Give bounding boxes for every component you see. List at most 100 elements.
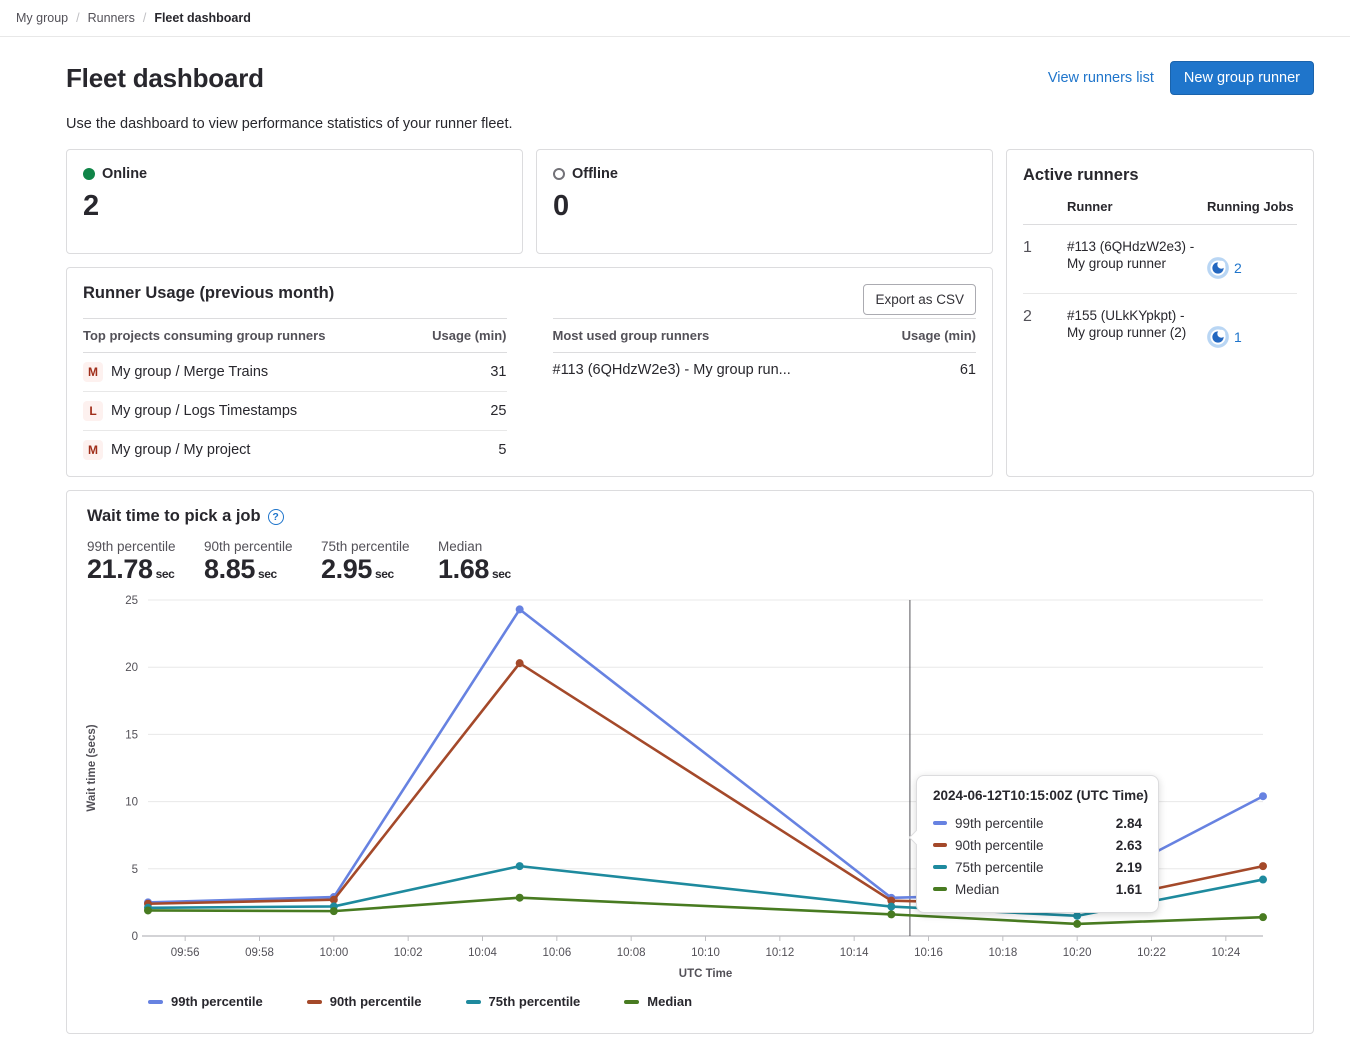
project-usage-row: M My group / My project 5: [83, 431, 507, 469]
project-avatar: M: [83, 362, 103, 382]
tooltip-row: 90th percentile 2.63: [933, 834, 1142, 856]
runner-description: #155 (ULkKYpkpt) - My group runner (2): [1067, 308, 1207, 342]
stat-75th-percentile: 75th percentile 2.95sec: [321, 539, 421, 585]
offline-status-circle-icon: [553, 168, 565, 180]
project-usage-value: 5: [498, 442, 506, 458]
legend-label: 99th percentile: [171, 994, 263, 1009]
running-status-icon: [1207, 257, 1229, 279]
runner-name: #113 (6QHdzW2e3) - My group run...: [553, 362, 791, 378]
runner-usage-card: Runner Usage (previous month) Export as …: [66, 267, 993, 477]
top-projects-table: Top projects consuming group runners Usa…: [83, 318, 507, 469]
tooltip-series-value: 1.61: [1116, 882, 1142, 897]
wait-time-stats: 99th percentile 21.78sec 90th percentile…: [87, 539, 1297, 585]
svg-text:10:14: 10:14: [840, 947, 869, 959]
svg-text:10: 10: [125, 797, 138, 809]
svg-text:10:20: 10:20: [1063, 947, 1092, 959]
svg-text:10:10: 10:10: [691, 947, 720, 959]
svg-text:10:16: 10:16: [914, 947, 943, 959]
online-runners-card: Online 2: [66, 149, 523, 254]
breadcrumb-item-runners[interactable]: Runners: [88, 11, 135, 25]
project-usage-value: 31: [490, 364, 506, 380]
stat-90th-percentile: 90th percentile 8.85sec: [204, 539, 304, 585]
wait-time-title: Wait time to pick a job: [87, 507, 261, 526]
offline-runners-card: Offline 0: [536, 149, 993, 254]
legend-item-75th-percentile[interactable]: 75th percentile: [466, 994, 581, 1009]
svg-text:UTC Time: UTC Time: [679, 968, 732, 980]
svg-text:10:22: 10:22: [1137, 947, 1166, 959]
usage-min-header: Usage (min): [432, 328, 506, 343]
runner-description: #113 (6QHdzW2e3) - My group runner: [1067, 239, 1207, 273]
svg-text:10:02: 10:02: [394, 947, 423, 959]
tooltip-series-value: 2.84: [1116, 816, 1142, 831]
project-usage-row: L My group / Logs Timestamps 25: [83, 392, 507, 431]
wait-time-chart[interactable]: 051015202509:5609:5810:0010:0210:0410:06…: [83, 593, 1297, 990]
svg-text:10:08: 10:08: [617, 947, 646, 959]
svg-text:0: 0: [132, 931, 138, 943]
online-status-dot-icon: [83, 168, 95, 180]
most-used-runners-header: Most used group runners: [553, 328, 710, 343]
help-icon[interactable]: ?: [268, 509, 284, 525]
legend-item-99th-percentile[interactable]: 99th percentile: [148, 994, 263, 1009]
svg-text:10:04: 10:04: [468, 947, 497, 959]
stat-99th-percentile: 99th percentile 21.78sec: [87, 539, 187, 585]
project-avatar: M: [83, 440, 103, 460]
svg-text:10:12: 10:12: [765, 947, 794, 959]
tooltip-series-label: 99th percentile: [955, 816, 1108, 831]
svg-text:09:58: 09:58: [245, 947, 274, 959]
active-runners-title: Active runners: [1023, 166, 1297, 185]
project-name: My group / My project: [111, 442, 250, 458]
tooltip-row: Median 1.61: [933, 878, 1142, 900]
running-jobs-count-link[interactable]: 2: [1234, 260, 1242, 276]
svg-text:10:18: 10:18: [988, 947, 1017, 959]
tooltip-series-label: 90th percentile: [955, 838, 1108, 853]
active-runner-row: 1 #113 (6QHdzW2e3) - My group runner 2: [1023, 225, 1297, 294]
legend-label: 75th percentile: [489, 994, 581, 1009]
runner-rank: 1: [1023, 239, 1067, 257]
tooltip-title: 2024-06-12T10:15:00Z (UTC Time): [933, 788, 1142, 803]
runner-usage-row: #113 (6QHdzW2e3) - My group run... 61: [553, 353, 977, 387]
online-label: Online: [102, 166, 147, 182]
project-usage-row: M My group / Merge Trains 31: [83, 353, 507, 392]
svg-text:09:56: 09:56: [171, 947, 200, 959]
tooltip-series-marker-icon: [933, 821, 947, 825]
stat-median: Median 1.68sec: [438, 539, 538, 585]
tooltip-series-value: 2.63: [1116, 838, 1142, 853]
legend-item-median[interactable]: Median: [624, 994, 692, 1009]
tooltip-row: 99th percentile 2.84: [933, 812, 1142, 834]
svg-text:20: 20: [125, 662, 138, 674]
new-group-runner-button[interactable]: New group runner: [1170, 61, 1314, 95]
legend-label: Median: [647, 994, 692, 1009]
wait-time-card: Wait time to pick a job ? 99th percentil…: [66, 490, 1314, 1034]
tooltip-series-marker-icon: [933, 843, 947, 847]
export-csv-button[interactable]: Export as CSV: [863, 284, 976, 315]
page-description: Use the dashboard to view performance st…: [66, 116, 1314, 132]
project-usage-value: 25: [490, 403, 506, 419]
svg-text:15: 15: [125, 729, 138, 741]
breadcrumb: My group / Runners / Fleet dashboard: [0, 0, 1350, 37]
active-runners-card: Active runners Runner Running Jobs 1 #11…: [1006, 149, 1314, 477]
tooltip-series-marker-icon: [933, 887, 947, 891]
tooltip-series-label: Median: [955, 882, 1108, 897]
legend-item-90th-percentile[interactable]: 90th percentile: [307, 994, 422, 1009]
tooltip-series-marker-icon: [933, 865, 947, 869]
top-projects-header: Top projects consuming group runners: [83, 328, 325, 343]
breadcrumb-separator: /: [76, 11, 79, 25]
legend-marker-icon: [307, 1000, 322, 1004]
legend-marker-icon: [466, 1000, 481, 1004]
legend-marker-icon: [148, 1000, 163, 1004]
svg-text:25: 25: [125, 595, 138, 607]
tooltip-series-label: 75th percentile: [955, 860, 1108, 875]
offline-label: Offline: [572, 166, 618, 182]
chart-tooltip: 2024-06-12T10:15:00Z (UTC Time) 99th per…: [916, 775, 1159, 913]
svg-text:5: 5: [132, 864, 138, 876]
svg-text:Wait time (secs): Wait time (secs): [86, 724, 98, 811]
project-name: My group / Merge Trains: [111, 364, 268, 380]
runner-usage-title: Runner Usage (previous month): [83, 284, 976, 303]
online-count: 2: [83, 192, 506, 221]
view-runners-list-link[interactable]: View runners list: [1048, 70, 1154, 86]
breadcrumb-item-my-group[interactable]: My group: [16, 11, 68, 25]
most-used-runners-table: Most used group runners Usage (min) #113…: [553, 318, 977, 469]
runner-rank: 2: [1023, 308, 1067, 326]
tooltip-row: 75th percentile2.19: [933, 856, 1142, 878]
running-jobs-count-link[interactable]: 1: [1234, 329, 1242, 345]
